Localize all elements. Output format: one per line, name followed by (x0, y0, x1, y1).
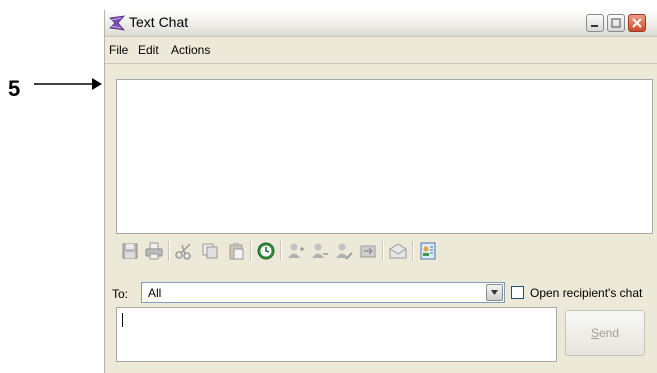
text-chat-window: Text Chat File Edit Actions To: All Open… (104, 10, 657, 373)
cut-icon[interactable] (174, 241, 194, 261)
toolbar-separator (382, 241, 384, 261)
maximize-button[interactable] (607, 14, 625, 32)
menu-bar: File Edit Actions (105, 37, 657, 64)
close-button[interactable] (628, 14, 646, 32)
user-add-icon[interactable] (286, 241, 306, 261)
send-button-label: end (598, 326, 620, 340)
recipient-dropdown-button[interactable] (486, 284, 503, 301)
clock-icon[interactable] (256, 241, 276, 261)
maximize-icon (611, 18, 621, 28)
toolbar-separator (168, 241, 170, 261)
callout-arrow-icon (34, 78, 102, 90)
chevron-down-icon (491, 290, 498, 295)
transfer-icon[interactable] (358, 241, 378, 261)
open-recipient-chat-checkbox[interactable] (511, 286, 524, 299)
print-icon[interactable] (144, 241, 164, 261)
copy-icon[interactable] (200, 241, 220, 261)
envelope-icon[interactable] (388, 241, 408, 261)
minimize-icon (591, 25, 598, 27)
send-button[interactable]: Send (565, 310, 645, 356)
message-input[interactable] (116, 307, 557, 362)
send-button-mnemonic: S (590, 326, 599, 340)
recipient-dropdown[interactable]: All (141, 282, 505, 303)
callout-number: 5 (8, 76, 21, 101)
recipient-label: To: (112, 287, 129, 301)
contacts-icon[interactable] (418, 241, 438, 261)
menu-edit[interactable]: Edit (138, 43, 159, 57)
menu-file[interactable]: File (109, 43, 128, 57)
title-bar[interactable]: Text Chat (105, 10, 657, 37)
text-chat-app-icon (109, 15, 125, 31)
toolbar-separator (280, 241, 282, 261)
paste-icon[interactable] (226, 241, 246, 261)
open-recipient-chat-label[interactable]: Open recipient's chat (530, 286, 642, 300)
user-remove-icon[interactable] (310, 241, 330, 261)
user-edit-icon[interactable] (334, 241, 354, 261)
minimize-button[interactable] (586, 14, 604, 32)
window-title: Text Chat (129, 14, 189, 30)
toolbar-separator (412, 241, 414, 261)
text-caret (122, 313, 123, 327)
toolbar-separator (250, 241, 252, 261)
chat-log-area[interactable] (116, 79, 653, 234)
close-icon (632, 18, 642, 28)
menu-actions[interactable]: Actions (171, 43, 210, 57)
recipient-selected-value: All (148, 286, 162, 300)
toolbar (116, 238, 516, 264)
save-icon[interactable] (120, 241, 140, 261)
